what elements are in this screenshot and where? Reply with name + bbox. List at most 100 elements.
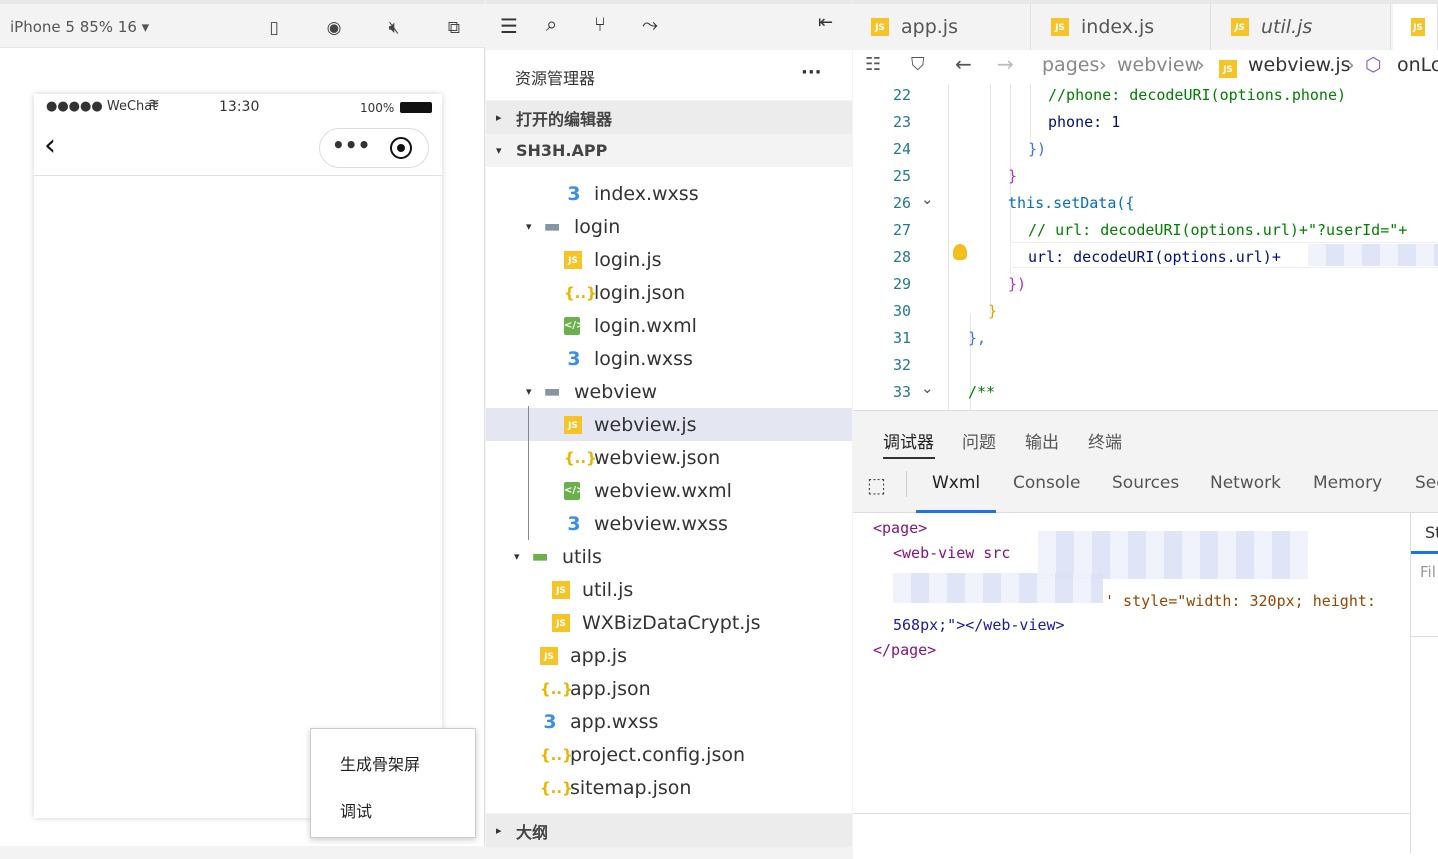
context-menu: 生成骨架屏 调试	[310, 728, 476, 838]
breadcrumb-separator: ›	[1197, 54, 1205, 76]
tree-item[interactable]: 3 webview.wxss	[486, 507, 852, 540]
json-file-icon: {..}	[540, 679, 573, 698]
forward-arrow-icon[interactable]: →	[997, 52, 1014, 76]
back-icon[interactable]: ‹	[44, 128, 56, 163]
tree-item-label: index.wxss	[594, 182, 699, 205]
close-capsule-icon[interactable]	[390, 137, 412, 159]
redacted-block	[893, 573, 1103, 603]
breadcrumb-webview[interactable]: webview	[1117, 54, 1200, 76]
wxml-style-cont: 568px;"></web-view>	[893, 616, 1065, 634]
code-line: })	[1028, 140, 1047, 158]
tab-util-js[interactable]: JS util.js	[1213, 4, 1391, 50]
tree-item[interactable]: JS WXBizDataCrypt.js	[486, 606, 852, 639]
lightbulb-icon[interactable]	[953, 244, 967, 260]
tree-item-label: login	[574, 215, 621, 238]
folder-icon: ▬	[531, 546, 549, 567]
menu-item-skeleton[interactable]: 生成骨架屏	[340, 751, 420, 775]
section-outline[interactable]: ▸ 大纲	[486, 814, 852, 847]
wxss-file-icon: 3	[567, 182, 581, 205]
breadcrumb-pages[interactable]: pages	[1042, 54, 1099, 76]
tab-console[interactable]: Console	[1013, 473, 1081, 493]
tab-app-js[interactable]: JS app.js	[853, 4, 1031, 50]
tree-item[interactable]: ▾ ▬ webview	[486, 375, 852, 408]
tab-problems[interactable]: 问题	[962, 428, 996, 453]
chevron-down-icon: ▾	[526, 385, 532, 398]
code-line: }	[1008, 167, 1018, 185]
outline-icon[interactable]: ☷	[865, 54, 881, 75]
code-editor: JS app.js JS index.js JS util.js JS ☷ ⛉ ← →…	[853, 0, 1438, 410]
wxml-style-attr: ' style="width: 320px; height:	[1105, 592, 1376, 610]
tree-item[interactable]: JS app.js	[486, 639, 852, 672]
menu-item-debug[interactable]: 调试	[340, 798, 372, 822]
inspect-element-icon[interactable]: ⬚	[867, 473, 886, 497]
record-icon[interactable]: ◉	[322, 16, 346, 40]
filter-input[interactable]: Fil	[1420, 563, 1436, 581]
tab-webview-js[interactable]: JS	[1393, 4, 1438, 50]
tree-item[interactable]: ▾ ▬ utils	[486, 540, 852, 573]
tree-item-label: util.js	[582, 578, 634, 601]
tree-item-label: app.json	[570, 677, 651, 700]
wxml-node-webview[interactable]: <web-view src	[893, 544, 1010, 562]
fold-chevron-icon[interactable]: ⌄	[921, 190, 934, 208]
tab-index-js[interactable]: JS index.js	[1033, 4, 1211, 50]
tab-output[interactable]: 输出	[1025, 428, 1059, 453]
bookmark-icon[interactable]: ⛉	[911, 54, 925, 75]
tree-item[interactable]: JS login.js	[486, 243, 852, 276]
tree-item[interactable]: </> webview.wxml	[486, 474, 852, 507]
tree-item[interactable]: ▾ ▬ login	[486, 210, 852, 243]
tree-item[interactable]: {..} login.json	[486, 276, 852, 309]
mute-icon[interactable]: 🔇︎	[382, 16, 406, 40]
tree-item-label: utils	[562, 545, 602, 568]
tab-wxml[interactable]: Wxml	[932, 473, 980, 493]
tree-item[interactable]: 3 index.wxss	[486, 177, 852, 210]
window-icon[interactable]: ⧉	[442, 16, 466, 40]
wifi-icon: ≋	[148, 96, 160, 112]
back-arrow-icon[interactable]: ←	[955, 52, 972, 76]
breadcrumb-separator: ›	[1099, 54, 1107, 76]
tree-item[interactable]: {..} webview.json	[486, 441, 852, 474]
code-area[interactable]: 22 23 24 25 26 27 28 29 30 31 32 33 ⌄ ⌄ …	[853, 84, 1438, 410]
wxss-file-icon: 3	[567, 347, 581, 370]
tree-item-label: login.wxss	[594, 347, 693, 370]
tree-item-label: webview	[574, 380, 658, 403]
tree-item[interactable]: {..} app.json	[486, 672, 852, 705]
tree-item-label: login.json	[594, 281, 686, 304]
tree-item[interactable]: 3 app.wxss	[486, 705, 852, 738]
indent-guide	[528, 406, 529, 540]
breadcrumb-file[interactable]: webview.js	[1248, 54, 1351, 76]
tab-network[interactable]: Network	[1210, 473, 1281, 493]
code-line: phone: 1	[1048, 113, 1121, 131]
tab-terminal[interactable]: 终端	[1088, 428, 1122, 453]
tab-sources[interactable]: Sources	[1112, 473, 1179, 493]
line-number: 29	[892, 275, 911, 293]
phone-screen[interactable]: ●●●●● WeChat ≋ 13:30 100% ‹ •••	[34, 94, 442, 818]
phone-icon[interactable]: ▯	[262, 16, 286, 40]
breadcrumb-symbol[interactable]: onLo	[1397, 54, 1438, 76]
wxml-node-page[interactable]: <page>	[873, 519, 927, 537]
tab-styles[interactable]: St	[1425, 523, 1438, 542]
tree-item[interactable]: 3 login.wxss	[486, 342, 852, 375]
tab-security[interactable]: Sec	[1415, 473, 1438, 493]
js-file-icon: JS	[1231, 18, 1249, 36]
code-line: this.setData({	[1008, 194, 1135, 212]
fold-chevron-icon[interactable]: ⌄	[921, 379, 934, 397]
js-file-icon: JS	[564, 250, 582, 269]
code-line: /**	[968, 383, 996, 401]
tab-debugger[interactable]: 调试器	[883, 428, 934, 453]
device-selector[interactable]: iPhone 5 85% 16 ▾	[10, 18, 149, 36]
tree-item[interactable]: {..} project.config.json	[486, 738, 852, 771]
tree-item[interactable]: JS webview.js	[486, 408, 852, 441]
tree-item[interactable]: </> login.wxml	[486, 309, 852, 342]
tab-memory[interactable]: Memory	[1313, 473, 1382, 493]
status-bar: ●●●●● WeChat ≋ 13:30 100%	[34, 94, 442, 122]
tree-item[interactable]: {..} sitemap.json	[486, 771, 852, 804]
code-line: // url: decodeURI(options.url)+"?userId=…	[1028, 221, 1408, 239]
tree-item[interactable]: JS util.js	[486, 573, 852, 606]
more-icon[interactable]: •••	[332, 133, 370, 157]
line-number: 31	[892, 329, 911, 347]
chevron-down-icon: ▾	[514, 550, 520, 563]
chevron-down-icon: ▾	[526, 220, 532, 233]
wxml-tree[interactable]: <page> <web-view src ' style="width: 320…	[853, 513, 1408, 813]
styles-pane: St Fil	[1410, 513, 1438, 853]
js-file-icon: JS	[1219, 60, 1237, 78]
